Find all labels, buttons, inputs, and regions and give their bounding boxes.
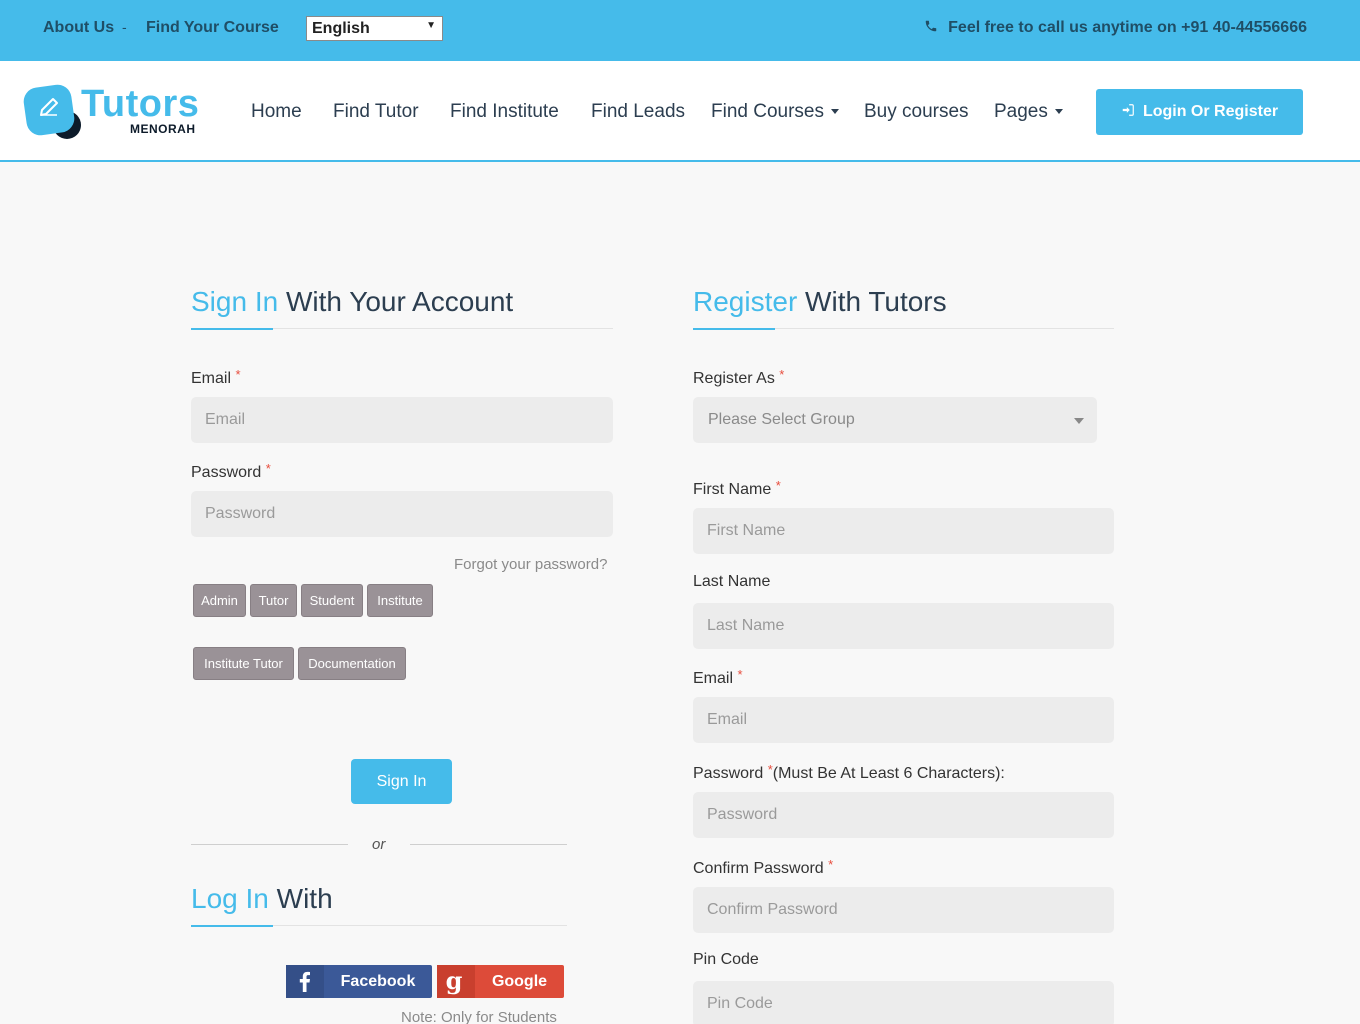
about-us-link[interactable]: About Us [43,19,114,37]
first-name-label: First Name * [693,478,781,499]
register-password-input[interactable] [693,792,1114,838]
signin-title: Sign In With Your Account [191,286,513,318]
signin-password-input[interactable] [191,491,613,537]
pin-code-input[interactable] [693,981,1114,1024]
chevron-down-icon: ▼ [426,20,436,31]
phone-icon [925,20,937,32]
facebook-label: Facebook [340,973,416,990]
confirm-password-label: Confirm Password * [693,857,833,878]
or-divider-right [410,844,567,845]
caret-down-icon [1054,109,1063,114]
social-title-divider [191,925,567,927]
required-mark: * [265,461,271,476]
nav-find-leads[interactable]: Find Leads [591,101,685,123]
required-mark: * [779,367,785,382]
nav-pages[interactable]: Pages [994,101,1063,123]
demo-institute-button[interactable]: Institute [367,584,433,617]
signin-email-input[interactable] [191,397,613,443]
signin-title-divider [191,328,613,330]
documentation-button[interactable]: Documentation [298,647,406,680]
register-title: Register With Tutors [693,286,947,318]
phone-text: Feel free to call us anytime on +91 40-4… [948,19,1307,36]
logo-wordmark: Tutors [81,83,200,125]
first-name-input[interactable] [693,508,1114,554]
register-title-divider [693,328,1114,330]
or-text: or [372,836,386,853]
nav-find-tutor[interactable]: Find Tutor [333,101,419,123]
demo-tutor-button[interactable]: Tutor [250,584,297,617]
register-password-label-text: Password [693,765,764,782]
svg-text:g: g [446,966,463,995]
pin-code-label: Pin Code [693,951,759,968]
confirm-password-input[interactable] [693,887,1114,933]
language-select[interactable]: English ▼ [306,16,443,41]
register-title-highlight: Register [693,286,798,317]
required-mark: * [828,857,834,872]
divider-accent [191,328,273,330]
social-title-highlight: Log In [191,883,269,914]
nav-buy-courses[interactable]: Buy courses [864,101,969,123]
google-login-button[interactable]: g Google [437,965,564,998]
main-navigation: Tutors MENORAH Home Find Tutor Find Inst… [0,61,1360,162]
last-name-input[interactable] [693,603,1114,649]
social-title-rest: With [268,883,333,914]
signin-title-highlight: Sign In [191,286,279,317]
first-name-label-text: First Name [693,481,772,498]
divider-accent [693,328,775,330]
password-hint: (Must Be At Least 6 Characters): [772,765,1005,782]
signin-email-label: Email * [191,367,241,388]
login-or-register-button[interactable]: Login Or Register [1096,89,1303,135]
register-email-input[interactable] [693,697,1114,743]
caret-down-icon [831,109,839,114]
or-divider-left [191,844,348,845]
register-as-label: Register As * [693,367,784,388]
nav-pages-label: Pages [994,101,1048,122]
login-or-register-label: Login Or Register [1142,103,1279,120]
top-bar: About Us - Find Your Course English ▼ Fe… [0,0,1360,61]
google-label: Google [491,973,548,990]
language-value: English [312,20,370,37]
register-password-label: Password *(Must Be At Least 6 Characters… [693,762,1005,783]
divider-accent [191,925,273,927]
sign-in-icon [1122,104,1134,116]
social-login-title: Log In With [191,883,333,915]
register-as-label-text: Register As [693,370,775,387]
last-name-label: Last Name [693,573,771,590]
register-group-placeholder: Please Select Group [708,411,855,428]
find-your-course-link[interactable]: Find Your Course [146,19,279,37]
nav-find-courses[interactable]: Find Courses [711,101,839,123]
signin-password-label: Password * [191,461,271,482]
required-mark: * [235,367,241,382]
contact-phone: Feel free to call us anytime on +91 40-4… [924,19,1307,37]
nav-find-institute[interactable]: Find Institute [450,101,559,123]
register-email-label: Email * [693,667,743,688]
register-title-rest: With Tutors [797,286,947,317]
pencil-icon [40,98,58,116]
signin-title-rest: With Your Account [278,286,514,317]
required-mark: * [775,478,781,493]
confirm-password-label-text: Confirm Password [693,860,824,877]
logo-subtitle: MENORAH [130,122,196,136]
social-login-note: Note: Only for Students [401,1009,557,1024]
register-email-label-text: Email [693,670,734,687]
tutors-logo[interactable]: Tutors MENORAH [21,81,205,141]
signin-email-label-text: Email [191,370,232,387]
sign-in-button[interactable]: Sign In [351,759,452,804]
facebook-login-button[interactable]: Facebook [286,965,432,998]
signin-password-label-text: Password [191,464,262,481]
facebook-icon [286,965,324,998]
nav-home[interactable]: Home [251,101,302,123]
demo-institute-tutor-button[interactable]: Institute Tutor [193,647,294,680]
forgot-password-link[interactable]: Forgot your password? [454,556,607,573]
required-mark: * [737,667,743,682]
google-plus-icon: g [437,965,475,998]
topbar-separator: - [122,19,127,35]
caret-down-icon [1074,418,1084,424]
register-group-select[interactable]: Please Select Group [693,397,1097,443]
demo-admin-button[interactable]: Admin [193,584,246,617]
nav-find-courses-label: Find Courses [711,101,824,122]
demo-student-button[interactable]: Student [301,584,363,617]
